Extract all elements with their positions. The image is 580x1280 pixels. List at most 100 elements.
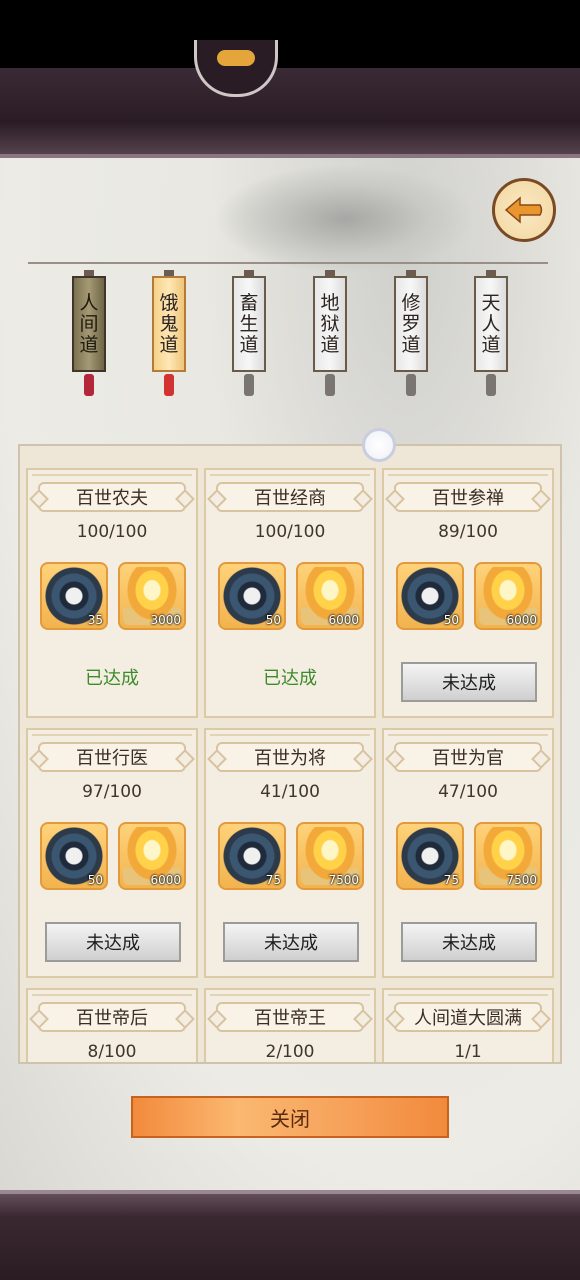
tassel-icon: [406, 374, 416, 396]
reward-qty: 3000: [150, 613, 181, 627]
reward-qty: 75: [443, 873, 459, 887]
reward-slot[interactable]: 35: [40, 562, 108, 630]
tab-label-char: 人: [79, 291, 99, 314]
reward-slot[interactable]: 6000: [296, 562, 364, 630]
card-progress: 8/100: [87, 1042, 137, 1062]
card-title: 人间道大圆满: [394, 1002, 542, 1032]
tab-label-char: 狱: [320, 312, 340, 335]
reward-slot[interactable]: 50: [218, 562, 286, 630]
tab-label-char: 畜: [239, 291, 259, 314]
back-button[interactable]: [492, 178, 556, 242]
status-achieved: 已达成: [263, 668, 317, 689]
tab-label-char: 道: [159, 333, 179, 356]
tassel-icon: [164, 374, 174, 396]
reward-qty: 50: [87, 873, 103, 887]
achievement-card: 百世为官 47/100 75 7500 未达成: [382, 728, 554, 978]
tab-1[interactable]: 饿鬼道: [152, 270, 186, 396]
reward-qty: 35: [87, 613, 103, 627]
tab-0[interactable]: 人间道: [72, 270, 106, 396]
card-title: 百世行医: [38, 742, 186, 772]
tab-label-char: 道: [79, 333, 99, 356]
tassel-icon: [244, 374, 254, 396]
achievement-card: 人间道大圆满 1/1: [382, 988, 554, 1062]
status-achieved: 已达成: [85, 668, 139, 689]
tab-4[interactable]: 修罗道: [394, 270, 428, 396]
achievement-card: 百世参禅 89/100 50 6000 未达成: [382, 468, 554, 718]
tab-5[interactable]: 天人道: [474, 270, 508, 396]
status-not-achieved-button[interactable]: 未达成: [45, 922, 181, 962]
achievement-card: 百世农夫 100/100 35 3000 已达成: [26, 468, 198, 718]
card-progress: 97/100: [82, 782, 142, 802]
reward-qty: 6000: [506, 613, 537, 627]
tab-rope: [28, 262, 548, 264]
achievement-grid[interactable]: 百世农夫 100/100 35 3000 已达成 百世经商 100/100 50…: [18, 444, 562, 1064]
tab-3[interactable]: 地狱道: [313, 270, 347, 396]
status-not-achieved-button[interactable]: 未达成: [401, 662, 537, 702]
achievement-card: 百世经商 100/100 50 6000 已达成: [204, 468, 376, 718]
tab-2[interactable]: 畜生道: [232, 270, 266, 396]
back-arrow-icon: [504, 196, 543, 224]
reward-qty: 7500: [328, 873, 359, 887]
reward-slot[interactable]: 6000: [118, 822, 186, 890]
reward-slot[interactable]: 50: [40, 822, 108, 890]
tab-label-char: 修: [401, 291, 421, 314]
reward-qty: 6000: [150, 873, 181, 887]
status-not-achieved-button[interactable]: 未达成: [401, 922, 537, 962]
tab-label: 饿鬼道: [152, 276, 186, 372]
achievement-card: 百世为将 41/100 75 7500 未达成: [204, 728, 376, 978]
card-progress: 47/100: [438, 782, 498, 802]
tab-label: 畜生道: [232, 276, 266, 372]
scroll-handle[interactable]: [362, 428, 396, 462]
card-title: 百世参禅: [394, 482, 542, 512]
card-progress: 1/1: [454, 1042, 482, 1062]
tab-label-char: 罗: [401, 312, 421, 335]
achievement-card: 百世帝后 8/100: [26, 988, 198, 1062]
card-progress: 100/100: [76, 522, 148, 542]
tassel-icon: [325, 374, 335, 396]
card-progress: 2/100: [265, 1042, 315, 1062]
reward-qty: 6000: [328, 613, 359, 627]
frame-bottom: [0, 1190, 580, 1280]
reward-qty: 50: [265, 613, 281, 627]
status-not-achieved-button[interactable]: 未达成: [223, 922, 359, 962]
tab-label-char: 道: [239, 333, 259, 356]
reward-slot[interactable]: 7500: [474, 822, 542, 890]
tab-label-char: 生: [239, 312, 259, 335]
reward-slot[interactable]: 6000: [474, 562, 542, 630]
top-status-bar: [0, 0, 580, 68]
card-progress: 41/100: [260, 782, 320, 802]
tab-label: 修罗道: [394, 276, 428, 372]
tab-label-char: 道: [481, 333, 501, 356]
card-title: 百世为官: [394, 742, 542, 772]
tab-label-char: 道: [320, 333, 340, 356]
tab-label-char: 鬼: [159, 312, 179, 335]
tab-label-char: 道: [401, 333, 421, 356]
tassel-icon: [486, 374, 496, 396]
card-title: 百世为将: [216, 742, 364, 772]
reward-slot[interactable]: 75: [396, 822, 464, 890]
reward-qty: 50: [443, 613, 459, 627]
close-button[interactable]: 关闭: [131, 1096, 449, 1138]
taiji-background: [215, 164, 475, 274]
achievement-card: 百世行医 97/100 50 6000 未达成: [26, 728, 198, 978]
tab-label-char: 间: [79, 312, 99, 335]
tab-label-char: 地: [320, 291, 340, 314]
card-title: 百世帝后: [38, 1002, 186, 1032]
card-progress: 89/100: [438, 522, 498, 542]
achievement-card: 百世帝王 2/100: [204, 988, 376, 1062]
reward-slot[interactable]: 75: [218, 822, 286, 890]
reward-qty: 75: [265, 873, 281, 887]
tassel-icon: [84, 374, 94, 396]
reward-qty: 7500: [506, 873, 537, 887]
tab-label: 地狱道: [313, 276, 347, 372]
card-title: 百世帝王: [216, 1002, 364, 1032]
reward-slot[interactable]: 50: [396, 562, 464, 630]
card-title: 百世农夫: [38, 482, 186, 512]
tab-label-char: 人: [481, 312, 501, 335]
reward-slot[interactable]: 3000: [118, 562, 186, 630]
frame-top: [0, 68, 580, 158]
card-title: 百世经商: [216, 482, 364, 512]
reward-slot[interactable]: 7500: [296, 822, 364, 890]
card-progress: 100/100: [254, 522, 326, 542]
tab-label-char: 饿: [159, 291, 179, 314]
